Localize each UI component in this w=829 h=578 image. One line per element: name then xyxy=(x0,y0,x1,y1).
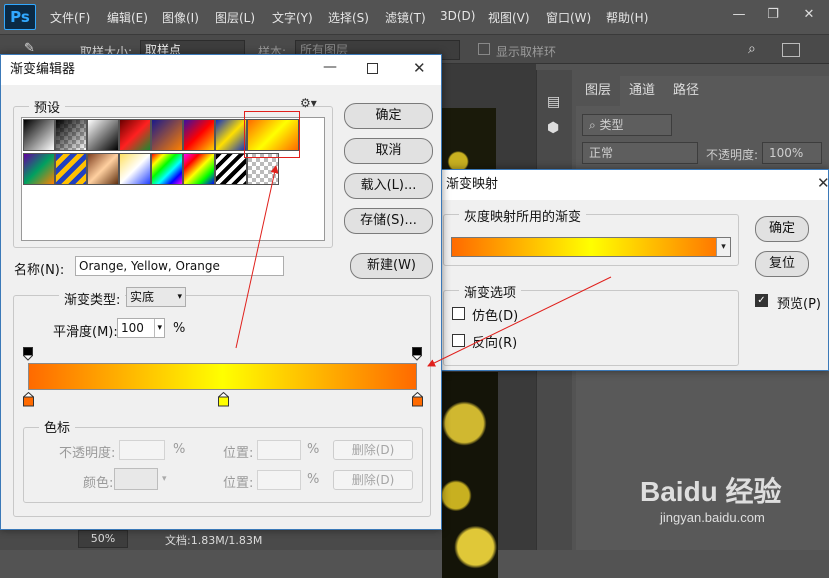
annotation-arrow xyxy=(427,276,612,367)
annotation-arrows xyxy=(235,165,612,367)
annotation-arrow xyxy=(235,165,279,349)
